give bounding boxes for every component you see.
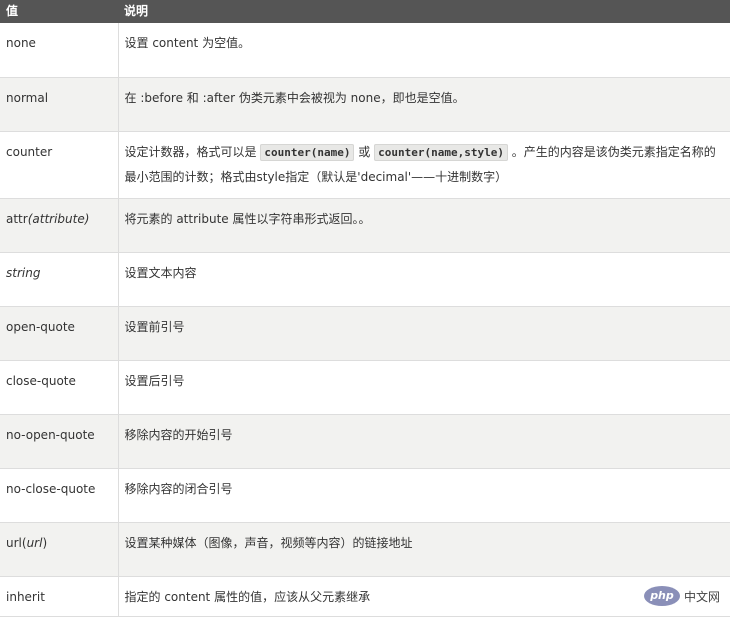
table-row: string 设置文本内容	[0, 252, 730, 307]
table-row: no-open-quote 移除内容的开始引号	[0, 414, 730, 469]
table-row: attr(attribute) 将元素的 attribute 属性以字符串形式返…	[0, 198, 730, 253]
watermark-text: 中文网	[683, 589, 720, 604]
value-cell: string	[0, 252, 119, 307]
description-cell: 指定的 content 属性的值，应该从父元素继承	[118, 576, 730, 617]
column-header-value: 值	[6, 4, 19, 18]
table-row: inherit 指定的 content 属性的值，应该从父元素继承	[0, 576, 730, 617]
description-cell: 将元素的 attribute 属性以字符串形式返回。。	[118, 198, 730, 253]
description-cell: 在 :before 和 :after 伪类元素中会被视为 none，即也是空值。	[118, 77, 730, 132]
description-cell: 设置文本内容	[118, 252, 730, 307]
site-watermark: php 中文网	[643, 586, 720, 606]
value-cell: no-open-quote	[0, 414, 119, 469]
value-param: url	[26, 535, 43, 550]
description-cell: 设定计数器，格式可以是 counter(name) 或 counter(name…	[118, 131, 730, 199]
value-cell: no-close-quote	[0, 468, 119, 523]
column-header-description: 说明	[124, 4, 149, 18]
description-cell: 移除内容的闭合引号	[118, 468, 730, 523]
description-cell: 设置后引号	[118, 360, 730, 415]
value-param: (attribute)	[27, 211, 90, 226]
value-cell: normal	[0, 77, 119, 132]
description-text: 设定计数器，格式可以是	[124, 144, 257, 159]
value-text: url(	[6, 535, 27, 550]
value-cell: counter	[0, 131, 119, 199]
table-row: normal 在 :before 和 :after 伪类元素中会被视为 none…	[0, 77, 730, 132]
table-row: no-close-quote 移除内容的闭合引号	[0, 468, 730, 523]
table-row: none 设置 content 为空值。	[0, 23, 730, 78]
inline-code: counter(name,style)	[374, 143, 508, 161]
value-cell: inherit	[0, 576, 119, 617]
table-row: url(url) 设置某种媒体（图像，声音，视频等内容）的链接地址	[0, 522, 730, 577]
table-header-row: 值 说明	[0, 0, 730, 23]
value-text: attr	[6, 211, 28, 226]
description-cell: 设置前引号	[118, 306, 730, 361]
description-cell: 移除内容的开始引号	[118, 414, 730, 469]
description-text: 或	[358, 144, 371, 159]
description-cell: 设置 content 为空值。	[118, 23, 730, 78]
value-text: )	[42, 535, 48, 550]
table-row: counter 设定计数器，格式可以是 counter(name) 或 coun…	[0, 131, 730, 199]
value-cell: close-quote	[0, 360, 119, 415]
content-values-table: 值 说明 none 设置 content 为空值。 normal 在 :befo…	[0, 0, 730, 617]
php-logo-icon: php	[643, 586, 680, 606]
value-cell: attr(attribute)	[0, 198, 119, 253]
description-cell: 设置某种媒体（图像，声音，视频等内容）的链接地址	[118, 522, 730, 577]
inline-code: counter(name)	[260, 143, 355, 161]
value-cell: open-quote	[0, 306, 119, 361]
table-row: close-quote 设置后引号	[0, 360, 730, 415]
table-row: open-quote 设置前引号	[0, 306, 730, 361]
value-cell: none	[0, 23, 119, 78]
value-cell: url(url)	[0, 522, 119, 577]
